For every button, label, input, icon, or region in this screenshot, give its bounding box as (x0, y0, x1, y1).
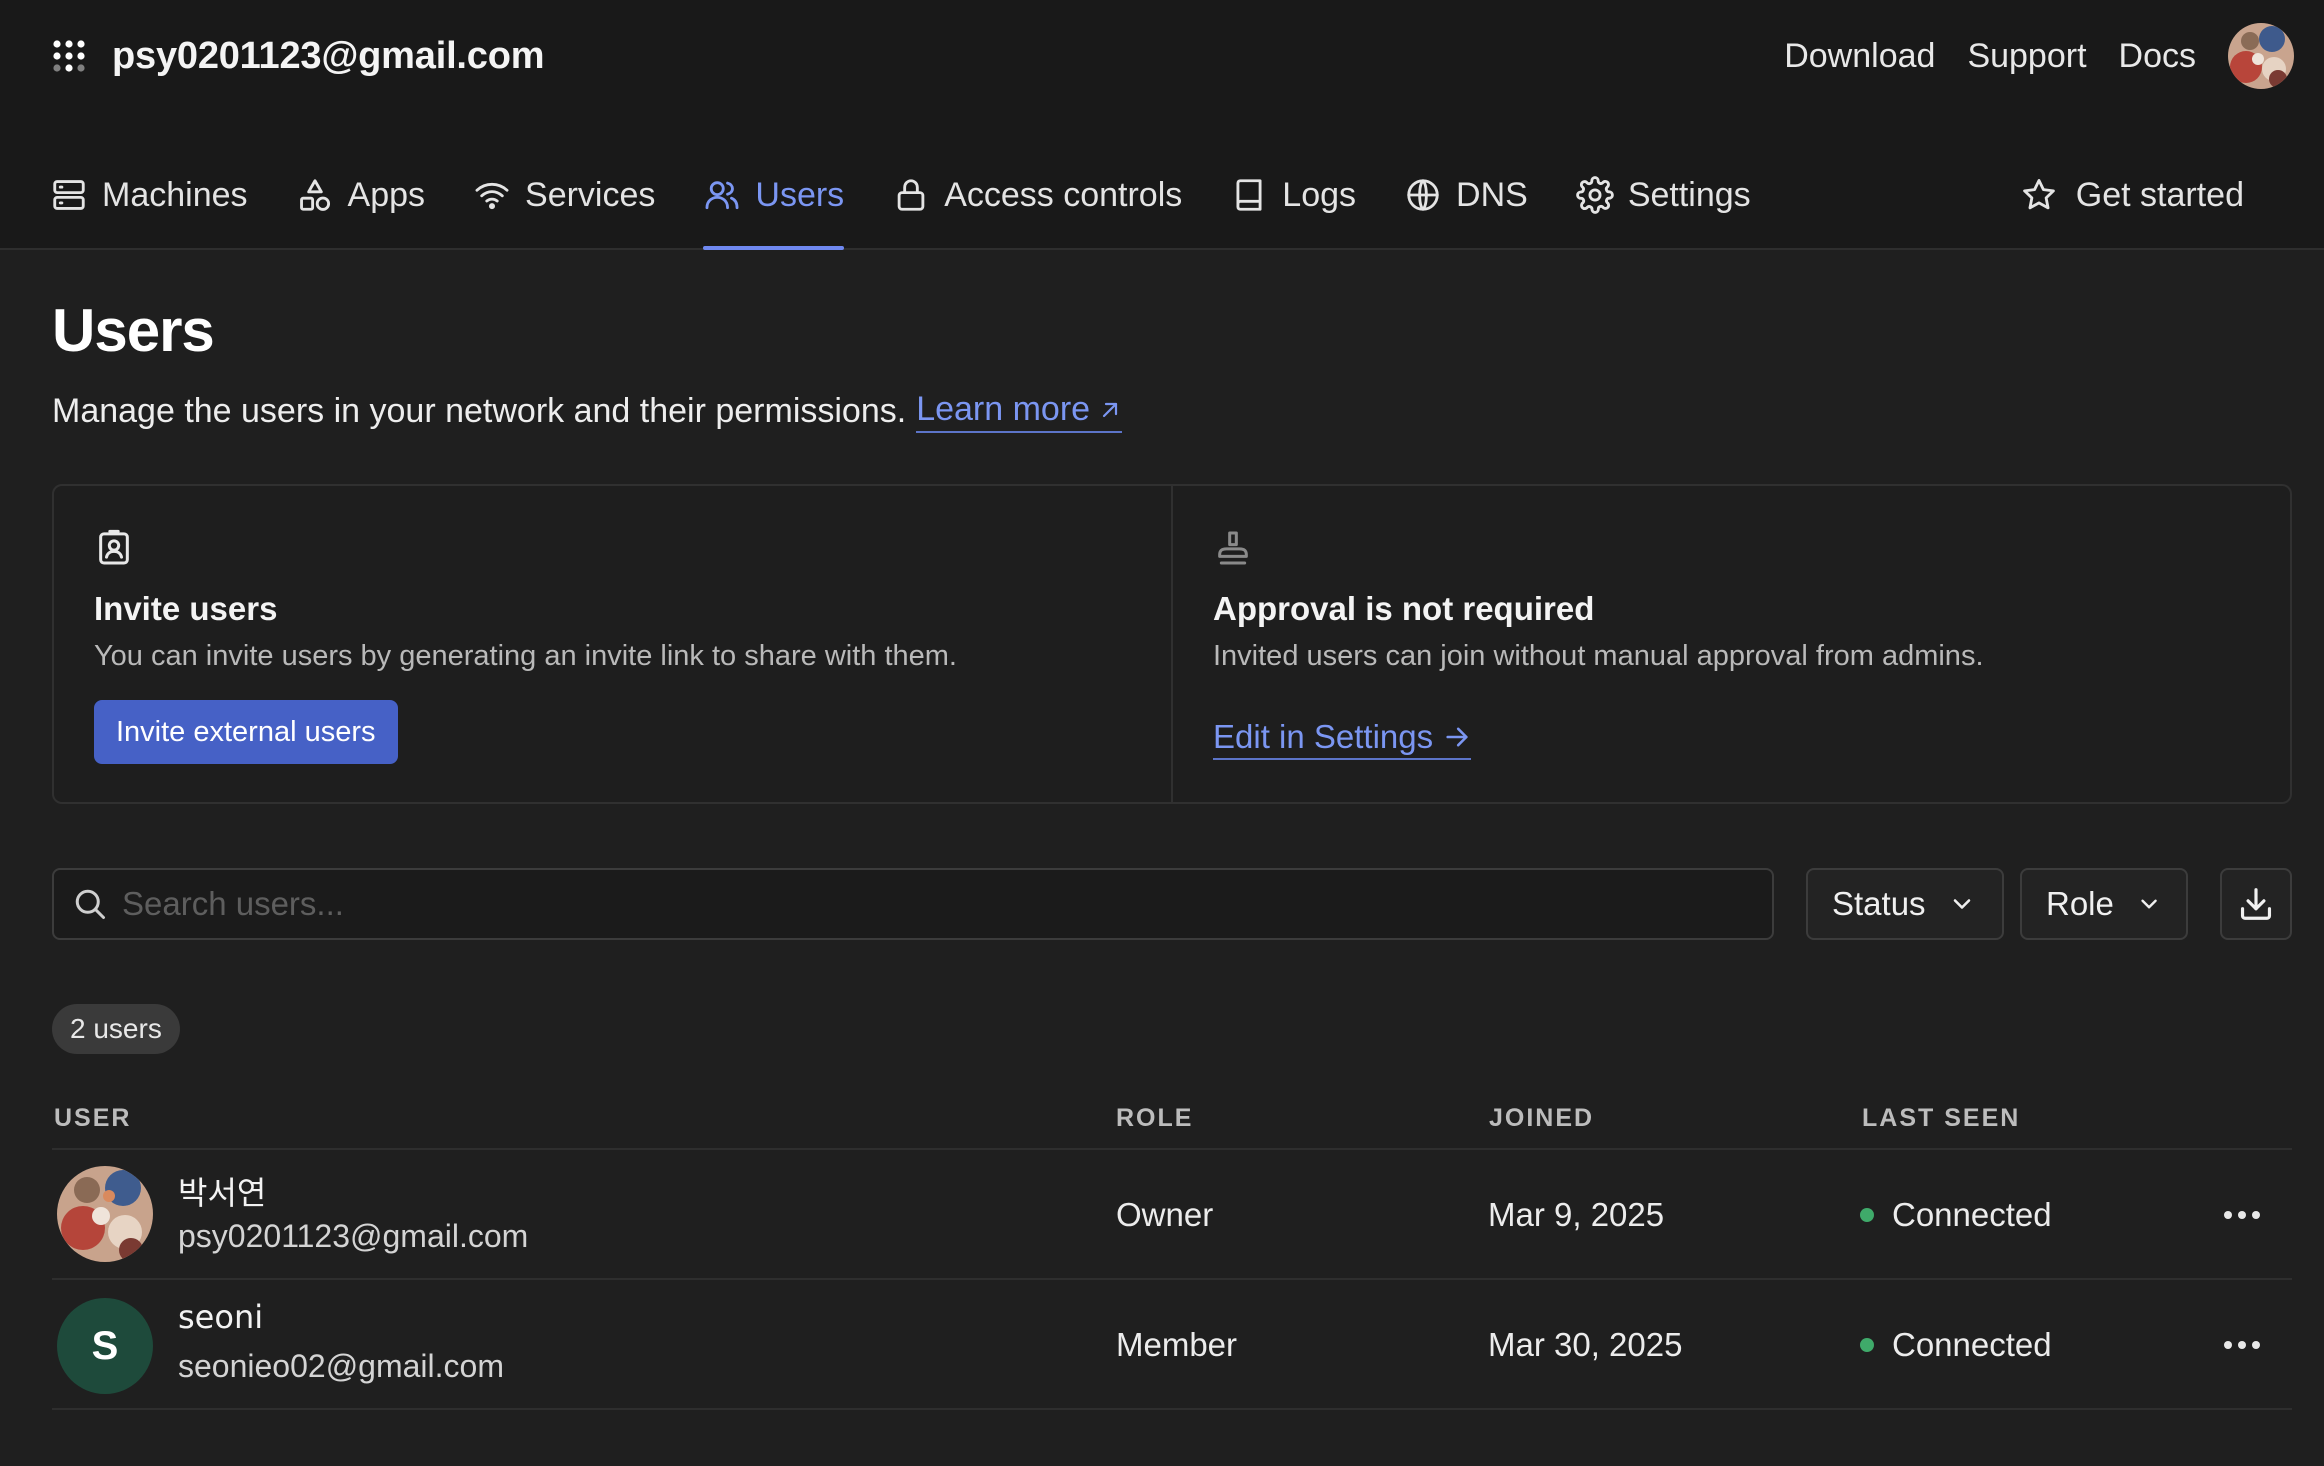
connected-status-dot (1860, 1208, 1874, 1222)
user-joined: Mar 9, 2025 (1488, 1196, 1665, 1233)
row-actions-button[interactable] (2212, 1190, 2272, 1240)
tab-dns[interactable]: DNS (1404, 160, 1528, 230)
arrow-right-icon (1446, 727, 1468, 747)
approval-card-title: Approval is not required (1213, 590, 1595, 627)
page-title: Users (52, 297, 215, 364)
invite-card: Invite users You can invite users by gen… (54, 486, 1171, 802)
status-filter-label: Status (1832, 885, 1926, 922)
user-role: Owner (1116, 1196, 1214, 1233)
approval-card: Approval is not required Invited users c… (1171, 486, 2290, 802)
tab-services-label: Services (525, 175, 656, 214)
status-filter-dropdown[interactable]: Status (1806, 868, 2004, 940)
role-filter-dropdown[interactable]: Role (2020, 868, 2188, 940)
user-joined: Mar 30, 2025 (1488, 1326, 1683, 1363)
search-input[interactable] (122, 870, 1772, 938)
tab-services[interactable]: Services (473, 160, 655, 230)
user-last-seen: Connected (1860, 1326, 2052, 1364)
id-badge-icon (99, 529, 129, 565)
main-nav: Machines Apps Services Users Access cont… (50, 160, 1799, 250)
tab-machines[interactable]: Machines (50, 160, 248, 230)
star-icon (2022, 179, 2055, 210)
tab-apps-label: Apps (347, 175, 426, 214)
column-last-seen[interactable]: LAST SEEN (1862, 1104, 2020, 1133)
user-last-seen: Connected (1860, 1196, 2052, 1234)
tab-machines-label: Machines (102, 175, 248, 214)
tab-access-controls-label: Access controls (944, 175, 1183, 214)
more-horizontal-icon (2224, 1341, 2260, 1349)
tab-settings[interactable]: Settings (1576, 160, 1751, 230)
info-cards: Invite users You can invite users by gen… (52, 484, 2292, 804)
search-icon (75, 889, 105, 919)
learn-more-label: Learn more (916, 390, 1091, 428)
row-actions-button[interactable] (2212, 1320, 2272, 1370)
chevron-down-icon (2141, 899, 2157, 909)
more-horizontal-icon (2224, 1211, 2260, 1219)
avatar (57, 1166, 153, 1262)
lock-icon (897, 179, 925, 211)
top-links: Download Support Docs (1784, 22, 2294, 90)
edit-in-settings-link[interactable]: Edit in Settings (1213, 718, 1472, 760)
last-seen-label: Connected (1892, 1196, 2052, 1233)
user-name: seoni (178, 1298, 264, 1336)
machines-icon (53, 180, 85, 210)
profile-avatar[interactable] (2228, 23, 2294, 89)
globe-icon (1407, 179, 1439, 211)
tab-logs[interactable]: Logs (1230, 160, 1356, 230)
column-role[interactable]: ROLE (1116, 1104, 1193, 1133)
tab-logs-label: Logs (1282, 175, 1357, 214)
export-users-button[interactable] (2220, 868, 2292, 940)
table-row[interactable]: S seoni seonieo02@gmail.com Member Mar 3… (52, 1280, 2292, 1410)
apps-icon (299, 179, 330, 211)
account-name[interactable]: psy0201123@gmail.com (112, 35, 545, 78)
last-seen-label: Connected (1892, 1326, 2052, 1363)
users-icon (705, 181, 739, 210)
invite-external-users-button[interactable]: Invite external users (94, 700, 398, 764)
tab-apps[interactable]: Apps (296, 160, 426, 230)
search-box (52, 868, 1774, 940)
tab-settings-label: Settings (1627, 175, 1751, 214)
invite-card-title: Invite users (94, 590, 278, 627)
avatar: S (57, 1298, 153, 1394)
approval-card-description: Invited users can join without manual ap… (1213, 640, 1984, 672)
user-name: 박서연 (178, 1174, 267, 1212)
role-filter-label: Role (2046, 885, 2114, 922)
get-started-button[interactable]: Get started (2020, 160, 2244, 230)
invite-card-description: You can invite users by generating an in… (94, 640, 957, 672)
top-bar: psy0201123@gmail.com Download Support Do… (0, 0, 2324, 250)
edit-in-settings-label: Edit in Settings (1213, 718, 1434, 755)
download-link[interactable]: Download (1784, 37, 1935, 76)
stamp-icon (1218, 531, 1248, 565)
page-description-row: Manage the users in your network and the… (52, 390, 1123, 433)
app-grid-icon[interactable] (52, 39, 86, 73)
book-icon (1236, 179, 1262, 211)
column-joined[interactable]: JOINED (1489, 1104, 1594, 1133)
user-email: psy0201123@gmail.com (178, 1218, 529, 1254)
learn-more-link[interactable]: Learn more (916, 390, 1123, 433)
chevron-down-icon (1953, 899, 1970, 909)
connected-status-dot (1860, 1338, 1874, 1352)
table-header: USER ROLE JOINED LAST SEEN (52, 1090, 2292, 1150)
tab-access-controls[interactable]: Access controls (892, 160, 1182, 230)
download-icon (2240, 888, 2272, 920)
user-email: seonieo02@gmail.com (178, 1348, 504, 1384)
table-row[interactable]: 박서연 psy0201123@gmail.com Owner Mar 9, 20… (52, 1150, 2292, 1280)
external-arrow-icon (1102, 402, 1118, 417)
docs-link[interactable]: Docs (2119, 37, 2196, 76)
tab-dns-label: DNS (1456, 175, 1528, 214)
page-description: Manage the users in your network and the… (52, 392, 907, 430)
tab-users-label: Users (755, 175, 845, 214)
user-role: Member (1116, 1326, 1238, 1363)
account-switcher[interactable]: psy0201123@gmail.com (52, 24, 545, 88)
wifi-icon (475, 182, 509, 210)
get-started-label: Get started (2075, 175, 2244, 214)
user-count-badge: 2 users (52, 1004, 180, 1054)
tab-users[interactable]: Users (703, 160, 845, 250)
gear-icon (1576, 176, 1614, 214)
column-user[interactable]: USER (54, 1104, 131, 1133)
support-link[interactable]: Support (1967, 37, 2086, 76)
